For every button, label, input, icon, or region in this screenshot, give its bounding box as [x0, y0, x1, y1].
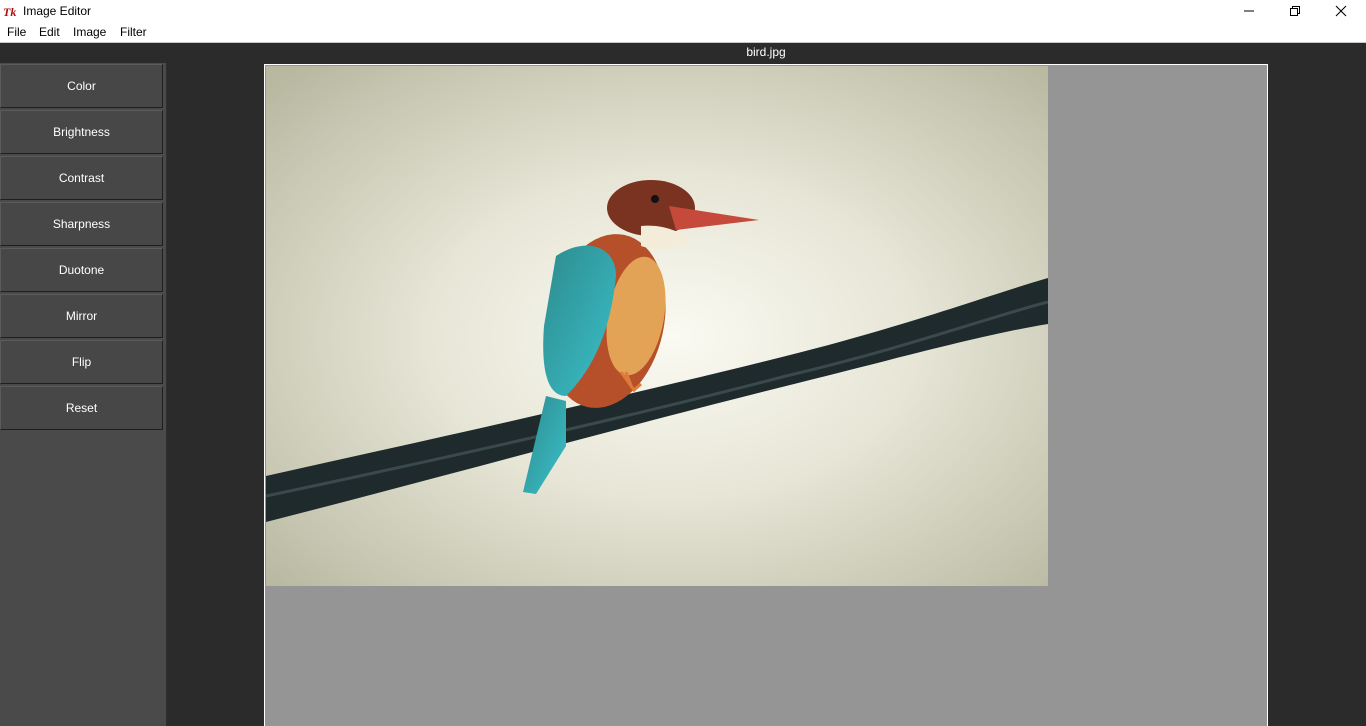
- menu-filter[interactable]: Filter: [118, 25, 149, 39]
- color-button[interactable]: Color: [0, 64, 163, 108]
- duotone-button[interactable]: Duotone: [0, 248, 163, 292]
- restore-button[interactable]: [1272, 0, 1318, 22]
- menu-file[interactable]: File: [5, 25, 28, 39]
- svg-text:Tk: Tk: [3, 5, 16, 18]
- minimize-button[interactable]: [1226, 0, 1272, 22]
- reset-button[interactable]: Reset: [0, 386, 163, 430]
- mirror-button[interactable]: Mirror: [0, 294, 163, 338]
- image-canvas[interactable]: [264, 64, 1268, 726]
- flip-button[interactable]: Flip: [0, 340, 163, 384]
- restore-icon: [1290, 6, 1300, 16]
- brightness-button[interactable]: Brightness: [0, 110, 163, 154]
- canvas-filename: bird.jpg: [746, 45, 786, 59]
- close-button[interactable]: [1318, 0, 1364, 22]
- tk-feather-icon: Tk: [3, 5, 16, 18]
- menu-edit[interactable]: Edit: [37, 25, 62, 39]
- menu-image[interactable]: Image: [71, 25, 108, 39]
- close-icon: [1335, 5, 1347, 17]
- menu-bar: File Edit Image Filter: [0, 22, 1366, 43]
- title-bar: Tk Image Editor: [0, 0, 1366, 22]
- contrast-button[interactable]: Contrast: [0, 156, 163, 200]
- tool-panel: Color Brightness Contrast Sharpness Duot…: [0, 63, 167, 726]
- bird-photo: [266, 66, 1048, 586]
- sharpness-button[interactable]: Sharpness: [0, 202, 163, 246]
- window-title: Image Editor: [23, 4, 92, 18]
- minimize-icon: [1244, 10, 1254, 12]
